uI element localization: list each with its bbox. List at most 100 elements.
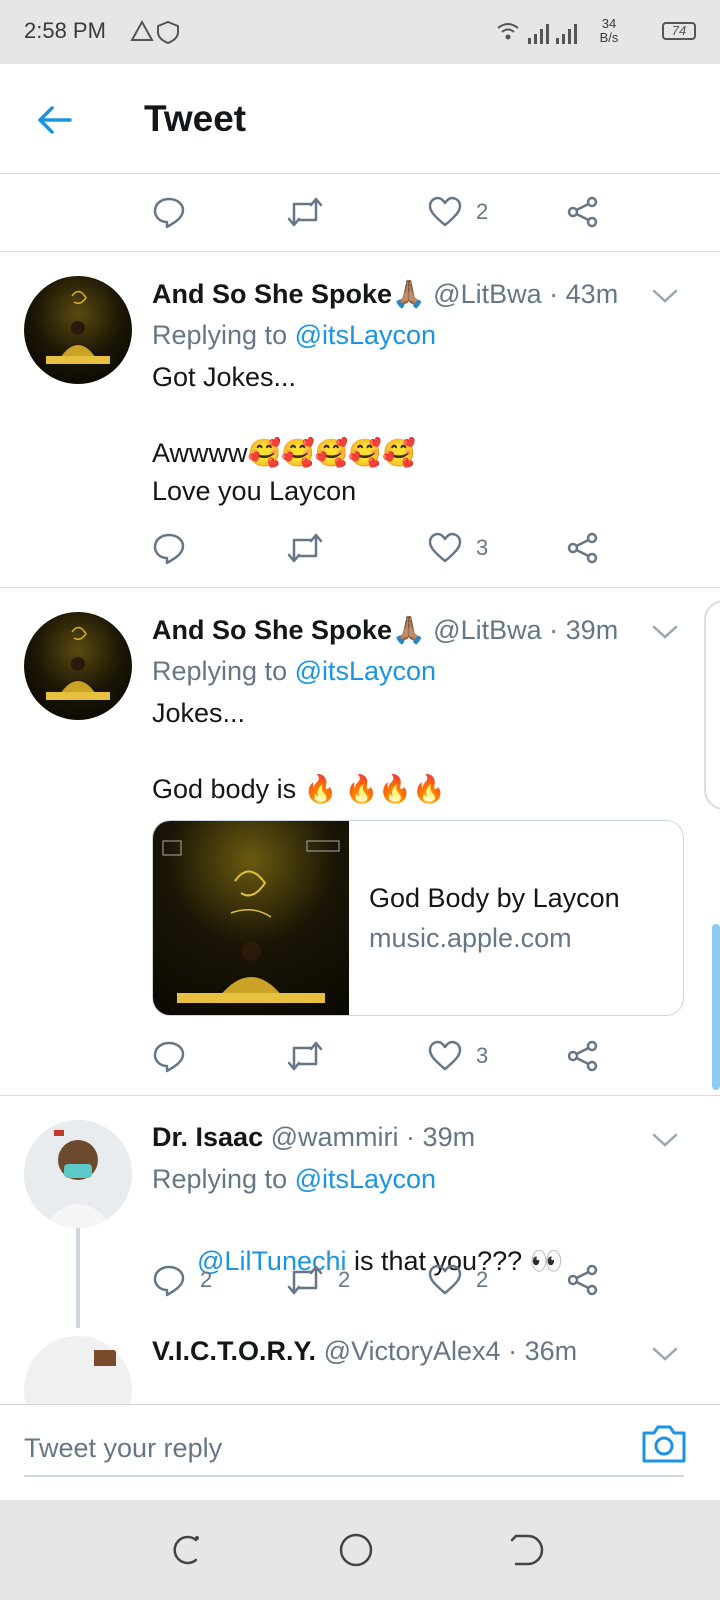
tweet-text: Got Jokes... Awwww🥰🥰🥰🥰🥰 Love you Laycon — [152, 362, 416, 506]
avatar[interactable] — [24, 276, 132, 384]
tweet-item[interactable]: And So She Spoke🙏🏽 @LitBwa · 43m Replyin… — [0, 252, 720, 588]
replying-to-mention[interactable]: @itsLaycon — [295, 320, 436, 350]
author-name[interactable]: And So She Spoke🙏🏽 — [152, 615, 426, 645]
status-notification-icons — [130, 19, 190, 49]
share-icon — [567, 196, 598, 228]
share-button[interactable] — [566, 1260, 600, 1300]
back-button[interactable] — [34, 98, 78, 142]
tweet-feed[interactable]: 2 And So She Spoke🙏🏽 @LitBwa · 43m Reply… — [0, 174, 720, 1404]
time-separator: · — [508, 1336, 518, 1366]
author-name[interactable]: Dr. Isaac — [152, 1122, 263, 1152]
replying-to-mention[interactable]: @itsLaycon — [295, 656, 436, 686]
avatar-image — [94, 1350, 116, 1366]
like-count: 2 — [476, 1267, 489, 1292]
replying-to: Replying to @itsLaycon — [152, 656, 436, 687]
time-separator: · — [549, 279, 559, 309]
author-name[interactable]: V.I.C.T.O.R.Y. — [152, 1336, 316, 1366]
author-handle[interactable]: @LitBwa — [433, 279, 541, 309]
wifi-signal-icon — [497, 23, 577, 44]
replying-to: Replying to @itsLaycon — [152, 1164, 436, 1195]
author-handle[interactable]: @VictoryAlex4 — [324, 1336, 501, 1366]
tweet-item[interactable]: Dr. Isaac @wammiri · 39m Replying to @it… — [0, 1096, 720, 1404]
reply-button[interactable] — [152, 528, 186, 568]
tweet-item[interactable]: And So She Spoke🙏🏽 @LitBwa · 39m Replyin… — [0, 588, 720, 1096]
avatar[interactable] — [24, 1120, 132, 1228]
reply-icon — [153, 1041, 185, 1073]
share-button[interactable] — [566, 192, 600, 232]
link-card[interactable]: God Body by Laycon music.apple.com — [152, 820, 684, 1016]
edge-panel-handle[interactable] — [704, 600, 720, 810]
retweet-button[interactable] — [286, 528, 324, 568]
reply-button[interactable] — [152, 1036, 186, 1076]
chevron-down-icon[interactable] — [650, 622, 680, 642]
retweet-icon — [287, 533, 323, 563]
share-button[interactable] — [566, 1036, 600, 1076]
replying-to: Replying to @itsLaycon — [152, 320, 436, 351]
reply-button[interactable] — [152, 192, 186, 232]
time-separator: · — [549, 615, 559, 645]
network-speed-unit: B/s — [599, 30, 619, 45]
recents-icon — [173, 1535, 199, 1565]
action-bar: 3 — [150, 528, 630, 568]
share-button[interactable] — [566, 528, 600, 568]
avatar-image — [24, 1120, 132, 1228]
like-button[interactable]: 3 — [428, 1036, 488, 1076]
heart-icon — [428, 1264, 462, 1295]
tweet-header: V.I.C.T.O.R.Y. @VictoryAlex4 · 36m — [152, 1336, 577, 1367]
reply-count: 2 — [200, 1267, 213, 1292]
camera-button[interactable] — [640, 1421, 688, 1465]
author-handle[interactable]: @wammiri — [271, 1122, 399, 1152]
back-arrow-icon — [38, 106, 72, 134]
retweet-icon — [287, 197, 323, 227]
retweet-count: 2 — [338, 1267, 351, 1292]
tweet-time: 43m — [565, 279, 619, 309]
like-button[interactable]: 2 — [428, 192, 488, 232]
reply-icon — [153, 1265, 185, 1297]
share-icon — [567, 532, 598, 564]
like-count: 2 — [476, 199, 489, 224]
reply-composer — [0, 1404, 720, 1500]
card-url: music.apple.com — [369, 923, 572, 953]
retweet-button[interactable]: 2 — [286, 1260, 350, 1300]
back-nav-button[interactable] — [506, 1532, 546, 1568]
home-button[interactable] — [336, 1532, 376, 1568]
avatar-image — [46, 290, 110, 364]
avatar[interactable] — [24, 612, 132, 720]
like-button[interactable]: 3 — [428, 528, 488, 568]
chevron-down-icon[interactable] — [650, 1130, 680, 1150]
chevron-down-icon[interactable] — [650, 1344, 680, 1364]
replying-to-mention[interactable]: @itsLaycon — [295, 1164, 436, 1194]
tweet-header: And So She Spoke🙏🏽 @LitBwa · 43m — [152, 278, 618, 310]
avatar-image — [46, 626, 110, 700]
retweet-button[interactable] — [286, 192, 324, 232]
status-time: 2:58 PM — [24, 18, 106, 43]
reply-button[interactable]: 2 — [152, 1260, 212, 1300]
tweet-text: Jokes... God body is 🔥 🔥🔥🔥 — [152, 698, 446, 804]
retweet-button[interactable] — [286, 1036, 324, 1076]
like-button[interactable]: 2 — [428, 1260, 488, 1300]
recents-button[interactable] — [166, 1532, 206, 1568]
tweet-time: 39m — [565, 615, 619, 645]
thread-connector — [76, 1228, 80, 1328]
scrollbar-thumb[interactable] — [712, 924, 720, 1090]
network-speed-value: 34 — [601, 16, 617, 31]
share-icon — [567, 1264, 598, 1296]
page-title: Tweet — [144, 98, 247, 139]
album-art-image — [162, 840, 340, 1003]
status-right-cluster: 34 B/s 74 — [496, 16, 696, 48]
author-name[interactable]: And So She Spoke🙏🏽 — [152, 279, 426, 309]
camera-icon — [642, 1425, 686, 1463]
back-nav-icon — [510, 1534, 544, 1566]
avatar[interactable] — [24, 1336, 132, 1404]
author-handle[interactable]: @LitBwa — [433, 615, 541, 645]
like-count: 3 — [476, 1043, 489, 1068]
replying-to-prefix: Replying to — [152, 1164, 295, 1194]
share-icon — [567, 1040, 598, 1072]
retweet-icon — [287, 1265, 323, 1295]
network-speed: 34 B/s — [594, 17, 624, 45]
tweet-time: 39m — [422, 1122, 476, 1152]
chevron-down-icon[interactable] — [650, 286, 680, 306]
time-separator: · — [406, 1122, 416, 1152]
replying-to-prefix: Replying to — [152, 656, 295, 686]
reply-input[interactable] — [24, 1421, 684, 1477]
